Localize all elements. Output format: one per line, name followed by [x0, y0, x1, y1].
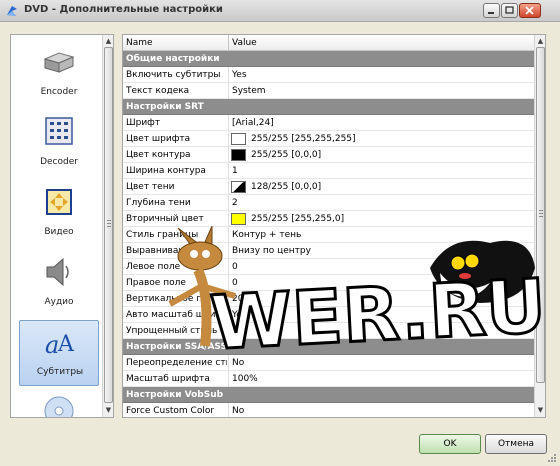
property-value[interactable]: 1: [232, 166, 238, 176]
property-value[interactable]: 128/255 [0,0,0]: [251, 182, 321, 192]
svg-text:WER.RU: WER.RU: [208, 270, 548, 360]
grid-property-row[interactable]: Цвет контура 255/255 [0,0,0]: [123, 147, 534, 163]
color-swatch[interactable]: [231, 149, 246, 161]
speaker-icon: [46, 257, 69, 287]
grid-header: Name Value: [123, 35, 534, 51]
grid-property-row[interactable]: Текст кодека System: [123, 83, 534, 99]
grid-property-row[interactable]: Шрифт [Arial,24]: [123, 115, 534, 131]
grid-property-row[interactable]: Цвет шрифта 255/255 [255,255,255]: [123, 131, 534, 147]
property-name: Вторичный цвет: [126, 214, 204, 224]
scroll-up-icon[interactable]: ▲: [536, 36, 545, 46]
grid-property-row[interactable]: Ширина контура 1: [123, 163, 534, 179]
minimize-icon: [488, 12, 494, 14]
scroll-down-icon[interactable]: ▼: [104, 405, 113, 415]
property-value[interactable]: 255/255 [255,255,0]: [251, 214, 344, 224]
property-name: Цвет шрифта: [126, 134, 191, 144]
scroll-down-icon[interactable]: ▼: [536, 405, 545, 415]
property-value[interactable]: 2: [232, 198, 238, 208]
property-name: Глубина тени: [126, 198, 191, 208]
property-value[interactable]: No: [232, 406, 244, 416]
property-name: Цвет тени: [126, 182, 175, 192]
drive-icon: [43, 52, 75, 73]
property-name: Масштаб шрифта: [126, 374, 210, 384]
grid-category-row[interactable]: Настройки SRT: [123, 99, 534, 115]
sidebar-item-label: Аудио: [44, 297, 74, 307]
property-value[interactable]: [Arial,24]: [232, 118, 274, 128]
sidebar-scrollbar[interactable]: ▲ ▼: [102, 35, 113, 417]
ok-button[interactable]: OK: [419, 434, 481, 454]
app-icon: [7, 6, 17, 16]
subtitles-icon: a A: [45, 331, 75, 359]
property-value[interactable]: System: [232, 86, 266, 96]
property-value[interactable]: 255/255 [255,255,255]: [251, 134, 356, 144]
sidebar-item-encoder[interactable]: Encoder: [19, 41, 99, 105]
color-swatch[interactable]: [231, 133, 246, 145]
watermark-text: WER.RU: [207, 270, 550, 360]
close-icon: [525, 6, 534, 15]
category-label: Настройки SRT: [126, 102, 204, 112]
property-name: Текст кодека: [126, 86, 190, 96]
property-value[interactable]: Yes: [232, 70, 247, 80]
scroll-up-icon[interactable]: ▲: [104, 36, 113, 46]
close-button[interactable]: [519, 3, 541, 18]
column-header-name[interactable]: Name: [126, 38, 153, 48]
color-swatch[interactable]: [231, 181, 246, 193]
maximize-icon: [505, 6, 514, 14]
sidebar-item-audio[interactable]: Аудио: [19, 251, 99, 315]
sidebar-item-label: Видео: [44, 227, 74, 237]
video-frame-icon: [46, 189, 72, 215]
window-title: DVD - Дополнительные настройки: [24, 4, 223, 15]
resize-grip-icon[interactable]: [547, 453, 557, 463]
color-swatch[interactable]: [231, 213, 246, 225]
property-name: Включить субтитры: [126, 70, 221, 80]
grid-property-row[interactable]: Масштаб шрифта 100%: [123, 371, 534, 387]
property-value[interactable]: 100%: [232, 374, 258, 384]
sidebar-item-decoder[interactable]: Decoder: [19, 111, 99, 175]
grid-property-row[interactable]: Цвет тени 128/255 [0,0,0]: [123, 179, 534, 195]
category-label: Общие настройки: [126, 54, 220, 64]
sidebar-item-label: Субтитры: [36, 367, 84, 377]
property-name: Шрифт: [126, 118, 161, 128]
cancel-button[interactable]: Отмена: [485, 434, 547, 454]
grid-property-row[interactable]: Force Custom Color No: [123, 403, 534, 417]
sidebar-item-subtitles[interactable]: a A Субтитры: [19, 320, 99, 386]
grid-property-row[interactable]: Глубина тени 2: [123, 195, 534, 211]
grid-category-row[interactable]: Общие настройки: [123, 51, 534, 67]
category-sidebar[interactable]: Encoder Decoder Видео Аудио a A Субтитры…: [10, 34, 114, 418]
grid-category-row[interactable]: Настройки VobSub: [123, 387, 534, 403]
sidebar-item-video[interactable]: Видео: [19, 181, 99, 245]
property-name: Ширина контура: [126, 166, 206, 176]
title-bar[interactable]: DVD - Дополнительные настройки: [0, 0, 560, 22]
grid-property-row[interactable]: Вторичный цвет 255/255 [255,255,0]: [123, 211, 534, 227]
grid-property-row[interactable]: Включить субтитры Yes: [123, 67, 534, 83]
sidebar-item-label: Decoder: [40, 157, 78, 167]
sidebar-item-disc[interactable]: [19, 391, 99, 417]
scroll-thumb[interactable]: [104, 47, 113, 403]
property-value[interactable]: 255/255 [0,0,0]: [251, 150, 321, 160]
property-name: Force Custom Color: [126, 406, 215, 416]
sidebar-item-label: Encoder: [40, 87, 78, 97]
svg-text:A: A: [57, 332, 75, 357]
maximize-button[interactable]: [501, 3, 518, 18]
column-header-value[interactable]: Value: [232, 38, 257, 48]
disc-icon: [44, 396, 74, 417]
minimize-button[interactable]: [483, 3, 500, 18]
property-name: Цвет контура: [126, 150, 191, 160]
category-label: Настройки VobSub: [126, 390, 224, 400]
chip-icon: [45, 117, 73, 145]
dialog-window: DVD - Дополнительные настройки Encoder D…: [0, 0, 560, 466]
